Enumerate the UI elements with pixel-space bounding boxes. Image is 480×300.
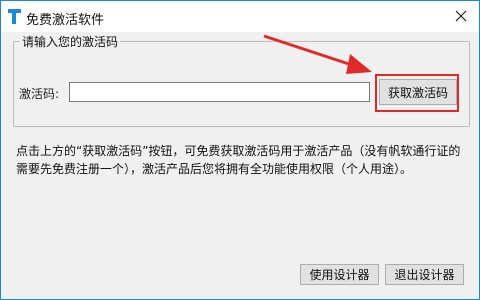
title-bar: 免费激活软件 — [1, 1, 479, 32]
code-label: 激活码: — [19, 87, 60, 101]
exit-designer-button[interactable]: 退出设计器 — [385, 264, 464, 285]
get-activation-code-button[interactable]: 获取激活码 — [379, 79, 457, 105]
group-legend: 请输入您的激活码 — [20, 33, 121, 50]
close-icon — [455, 10, 467, 22]
app-logo-icon — [8, 9, 21, 24]
use-designer-button[interactable]: 使用设计器 — [300, 264, 379, 285]
activation-dialog: 免费激活软件 请输入您的激活码 激活码: 获取激活码 点击上方的“获取激活码”按… — [0, 0, 480, 300]
info-text: 点击上方的“获取激活码”按钮，可免费获取激活码用于激活产品（没有帆软通行证的需要… — [16, 144, 461, 176]
activation-code-input[interactable] — [69, 82, 370, 102]
activation-code-group: 请输入您的激活码 激活码: 获取激活码 — [13, 33, 470, 127]
close-button[interactable] — [449, 5, 473, 27]
window-title: 免费激活软件 — [26, 13, 105, 28]
